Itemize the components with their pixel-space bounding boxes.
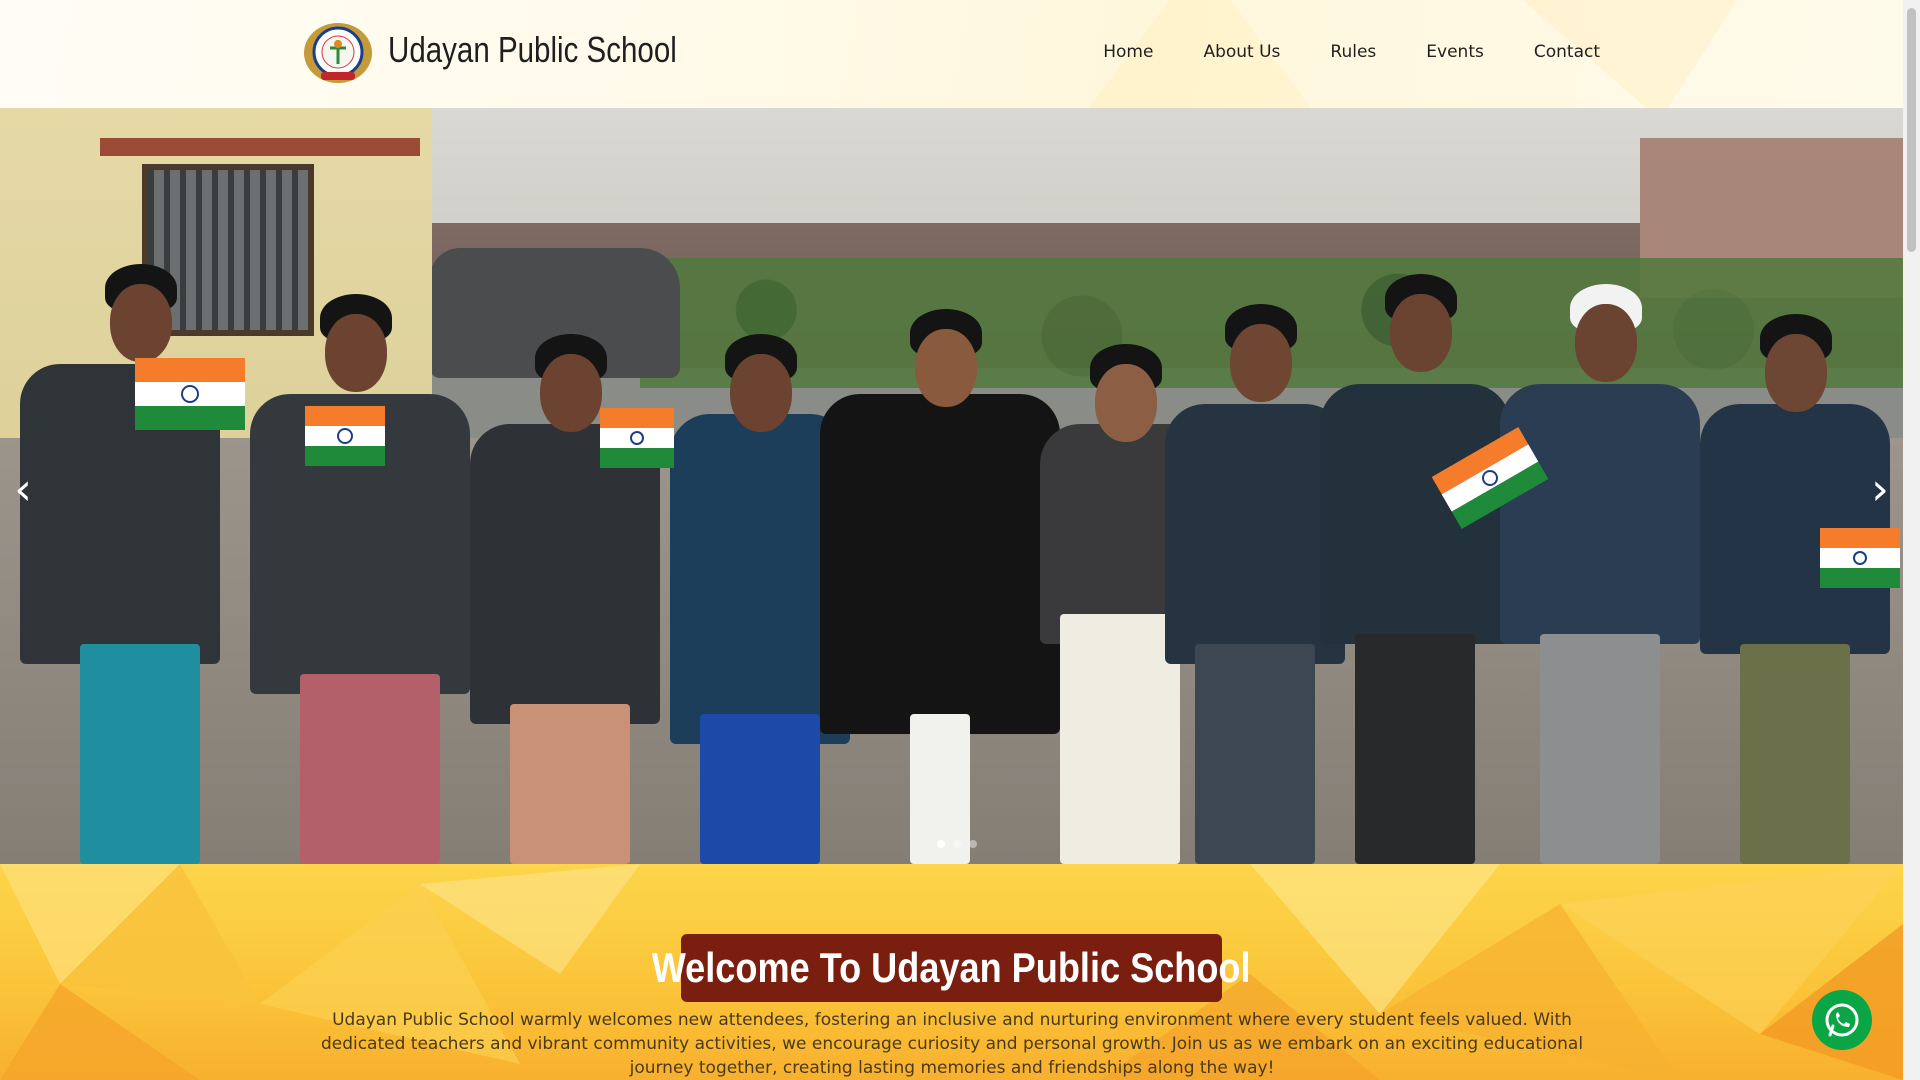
chevron-left-icon[interactable]: ‹ — [8, 468, 38, 512]
school-crest-icon[interactable] — [303, 22, 373, 84]
nav-rules[interactable]: Rules — [1330, 40, 1376, 64]
nav-about-us[interactable]: About Us — [1203, 40, 1280, 64]
hero-slider: ‹ › — [0, 108, 1903, 864]
welcome-title-box: Welcome To Udayan Public School — [652, 934, 1251, 1002]
slider-indicators — [937, 840, 977, 848]
slide-photo — [0, 108, 1903, 864]
nav-events[interactable]: Events — [1426, 40, 1484, 64]
slide-indicator-1[interactable] — [937, 840, 945, 848]
nav-contact[interactable]: Contact — [1534, 40, 1600, 64]
brand-name[interactable]: Udayan Public School — [388, 26, 677, 74]
whatsapp-icon[interactable] — [1812, 990, 1872, 1050]
scrollbar-thumb[interactable] — [1907, 8, 1916, 252]
welcome-title: Welcome To Udayan Public School — [652, 944, 1251, 991]
welcome-text: Udayan Public School warmly welcomes new… — [320, 1010, 1584, 1078]
main-nav: Home About Us Rules Events Contact — [1053, 40, 1600, 64]
welcome-section: Welcome To Udayan Public School Udayan P… — [0, 864, 1903, 1080]
slide-indicator-3[interactable] — [969, 840, 977, 848]
nav-home[interactable]: Home — [1103, 40, 1153, 64]
page: Udayan Public School Home About Us Rules… — [0, 0, 1903, 1080]
chevron-right-icon[interactable]: › — [1865, 468, 1895, 512]
site-header: Udayan Public School Home About Us Rules… — [0, 0, 1903, 108]
slide-indicator-2[interactable] — [953, 840, 961, 848]
page-scrollbar[interactable] — [1903, 0, 1920, 1080]
